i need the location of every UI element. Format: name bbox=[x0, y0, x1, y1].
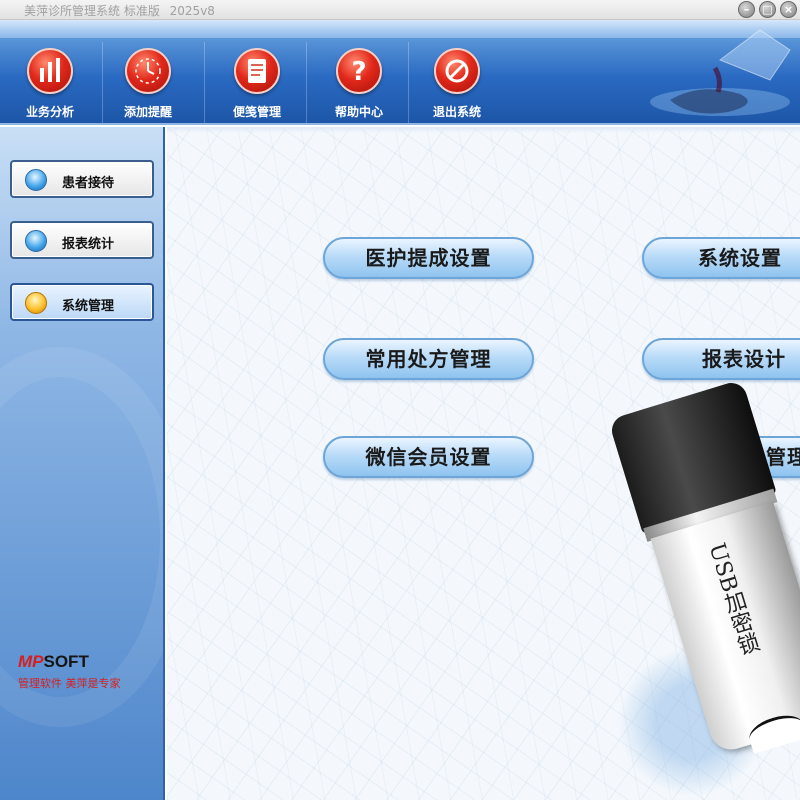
toolbar-add-reminder[interactable]: 添加提醒 bbox=[98, 48, 198, 123]
app-title: 美萍诊所管理系统 标准版 bbox=[24, 4, 160, 18]
title-bar: 美萍诊所管理系统 标准版 2025v8 – □ × bbox=[0, 0, 800, 20]
minimize-button[interactable]: – bbox=[738, 1, 755, 18]
sidebar-item-patient-reception[interactable]: 患者接待 bbox=[10, 160, 154, 198]
sidebar-item-system-management[interactable]: 系统管理 bbox=[10, 283, 154, 321]
system-settings-button[interactable]: 系统设置 bbox=[642, 237, 800, 279]
toolbar-business-analysis[interactable]: 业务分析 bbox=[0, 48, 100, 123]
toolbar-label: 退出系统 bbox=[432, 105, 481, 119]
mpsoft-logo: MPSOFT bbox=[18, 652, 158, 672]
radio-orb-icon bbox=[25, 230, 47, 252]
toolbar-label: 帮助中心 bbox=[334, 105, 383, 119]
radio-orb-active-icon bbox=[25, 292, 47, 314]
sidebar-item-report-statistics[interactable]: 报表统计 bbox=[10, 221, 154, 259]
logo-mp: MP bbox=[18, 652, 44, 671]
question-mark-icon: ? bbox=[336, 48, 382, 94]
brand-slogan: 管理软件 美萍是专家 bbox=[18, 677, 121, 690]
bar-chart-icon bbox=[27, 48, 73, 94]
sidebar-item-label: 系统管理 bbox=[62, 299, 115, 314]
toolbar-label: 业务分析 bbox=[25, 105, 74, 119]
toolbar-label: 便笺管理 bbox=[232, 105, 281, 119]
alarm-clock-icon bbox=[125, 48, 171, 94]
toolbar-label: 添加提醒 bbox=[123, 105, 172, 119]
toolbar-help-center[interactable]: ? 帮助中心 bbox=[309, 48, 409, 123]
toolbar-separator bbox=[306, 42, 307, 123]
toolbar-exit-system[interactable]: 退出系统 bbox=[407, 48, 507, 123]
notepad-icon bbox=[234, 48, 280, 94]
window-title: 美萍诊所管理系统 标准版 2025v8 bbox=[24, 2, 215, 19]
sidebar-item-label: 患者接待 bbox=[62, 176, 115, 191]
common-prescription-button[interactable]: 常用处方管理 bbox=[323, 338, 534, 380]
toolbar-separator bbox=[204, 42, 205, 123]
brand-block: MPSOFT 管理软件 美萍是专家 bbox=[18, 652, 158, 691]
maximize-button[interactable]: □ bbox=[759, 1, 776, 18]
logo-soft: SOFT bbox=[43, 652, 89, 671]
sidebar: 患者接待 报表统计 系统管理 MPSOFT 管理软件 美萍是专家 bbox=[0, 127, 165, 800]
no-entry-icon bbox=[434, 48, 480, 94]
medical-commission-settings-button[interactable]: 医护提成设置 bbox=[323, 237, 534, 279]
app-version: 2025v8 bbox=[169, 4, 215, 18]
main-toolbar: 业务分析 添加提醒 便笺管理 ? 帮助中心 退出系统 bbox=[0, 20, 800, 125]
radio-orb-icon bbox=[25, 169, 47, 191]
close-button[interactable]: × bbox=[780, 1, 797, 18]
svg-text:?: ? bbox=[351, 57, 366, 87]
wechat-member-settings-button[interactable]: 微信会员设置 bbox=[323, 436, 534, 478]
sidebar-item-label: 报表统计 bbox=[62, 237, 115, 252]
toolbar-notes[interactable]: 便笺管理 bbox=[207, 48, 307, 123]
report-design-button[interactable]: 报表设计 bbox=[642, 338, 800, 380]
medicine-bottle-decoration bbox=[650, 29, 791, 116]
